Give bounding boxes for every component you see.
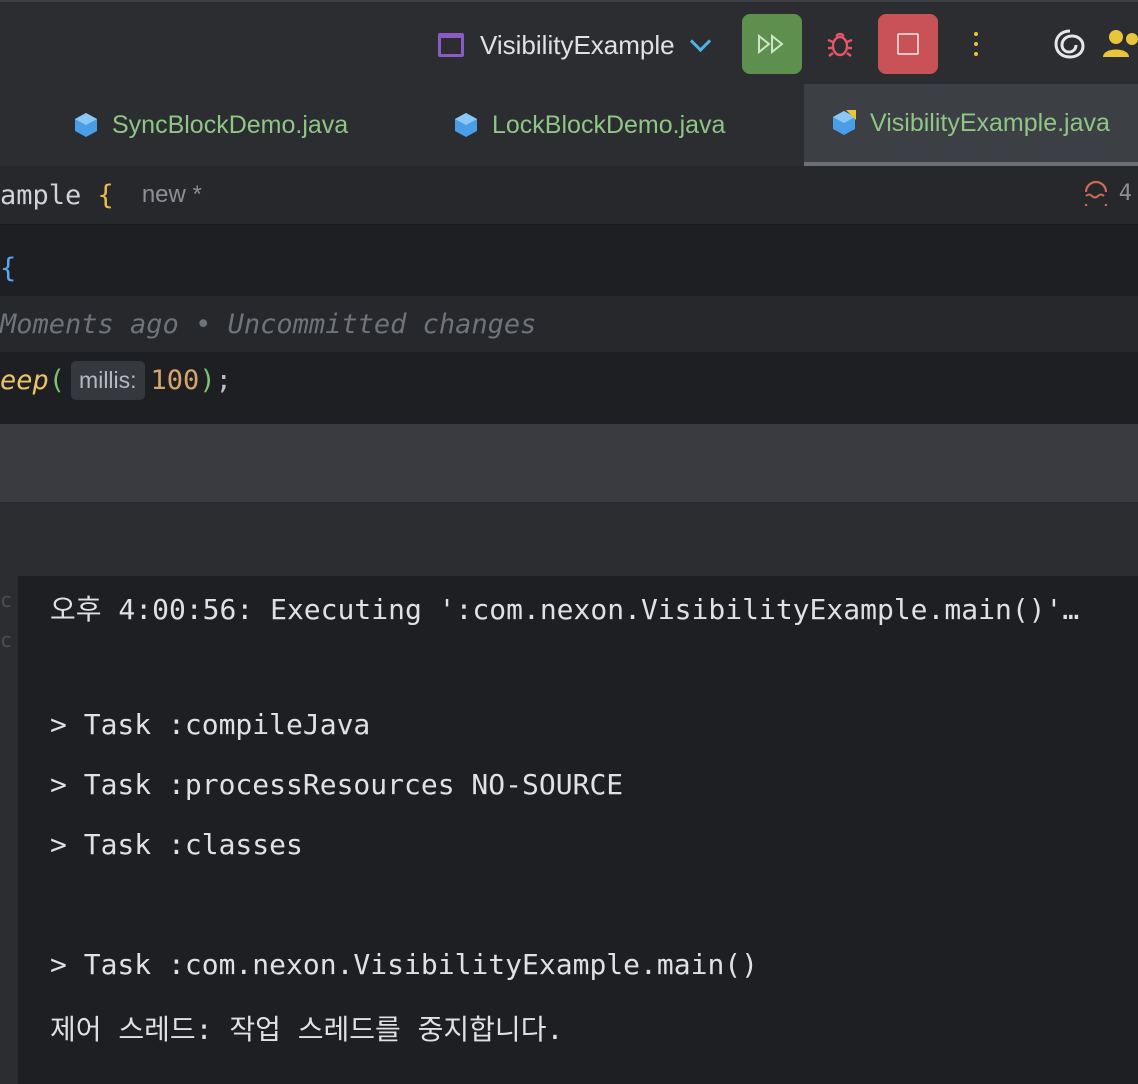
console-line: 제어 스레드: 작업 스레드를 중지합니다.	[50, 1013, 564, 1046]
editor-bottom-area	[0, 424, 1138, 504]
gutter-marker: c	[0, 628, 13, 652]
console-line: > Task :com.nexon.VisibilityExample.main…	[50, 948, 759, 981]
code-line-sleep[interactable]: eep(millis: 100);	[0, 352, 232, 408]
tab-lockblockdemo[interactable]: LockBlockDemo.java	[454, 84, 725, 166]
main-toolbar: VisibilityExample	[0, 0, 1138, 84]
stop-icon	[897, 33, 919, 55]
java-class-icon	[455, 113, 477, 137]
sticky-header-line[interactable]: ample { new * 4	[0, 166, 1138, 225]
block-brace: {	[0, 252, 17, 284]
run-config-icon	[438, 33, 464, 57]
code-line[interactable]: {	[0, 240, 16, 296]
stop-button[interactable]	[878, 14, 938, 74]
console-line: 오후 4:00:56: Executing ':com.nexon.Visibi…	[50, 593, 1080, 626]
sticky-code: ample { new *	[0, 180, 202, 211]
warning-wave-icon	[1084, 180, 1107, 206]
run-console[interactable]: 오후 4:00:56: Executing ':com.nexon.Visibi…	[18, 576, 1138, 1084]
console-line: > Task :compileJava	[50, 708, 371, 741]
number-literal: 100	[150, 364, 200, 396]
more-icon	[974, 32, 978, 56]
console-line: > Task :processResources NO-SOURCE	[50, 768, 624, 801]
java-class-icon	[833, 110, 856, 135]
rerun-button[interactable]	[742, 14, 802, 74]
tab-label: VisibilityExample.java	[870, 108, 1110, 137]
run-config-label: VisibilityExample	[480, 29, 675, 60]
chevron-down-icon	[689, 30, 711, 52]
user-icon	[1103, 30, 1138, 57]
class-name-fragment: ample	[0, 179, 82, 211]
method-name: eep	[0, 364, 49, 396]
run-config-selector[interactable]: VisibilityExample	[438, 28, 711, 62]
more-options-button[interactable]	[946, 14, 1006, 74]
warning-count: 4	[1118, 180, 1132, 206]
rerun-icon	[758, 34, 784, 54]
run-tool-window: c c 오후 4:00:56: Executing ':com.nexon.Vi…	[0, 504, 1138, 1084]
code-author-hint: new *	[141, 181, 202, 208]
gutter-marker: c	[0, 588, 13, 612]
ai-assistant-button[interactable]	[1040, 14, 1100, 74]
console-line: > Task :classes	[50, 828, 303, 861]
debug-icon	[827, 32, 853, 57]
debug-button[interactable]	[810, 14, 870, 74]
parameter-hint: millis:	[71, 360, 145, 400]
semicolon: ;	[215, 364, 232, 396]
inspection-widget[interactable]: 4	[1083, 180, 1132, 206]
tab-label: LockBlockDemo.java	[492, 110, 726, 139]
user-button[interactable]	[1102, 14, 1138, 74]
inline-blame-annotation: Moments ago • Uncommitted changes	[0, 308, 537, 340]
java-class-icon	[75, 113, 97, 137]
blame-line[interactable]: Moments ago • Uncommitted changes	[0, 296, 1138, 352]
class-brace: {	[97, 179, 114, 211]
tab-visibilityexample[interactable]: VisibilityExample.java	[804, 84, 1138, 166]
tab-syncblockdemo[interactable]: SyncBlockDemo.java	[74, 84, 348, 166]
editor-tabs: SyncBlockDemo.java LockBlockDemo.java Vi…	[0, 84, 1138, 166]
close-paren: )	[199, 364, 216, 396]
tab-label: SyncBlockDemo.java	[112, 110, 349, 139]
open-paren: (	[48, 364, 66, 396]
ai-assistant-icon	[1054, 29, 1085, 59]
